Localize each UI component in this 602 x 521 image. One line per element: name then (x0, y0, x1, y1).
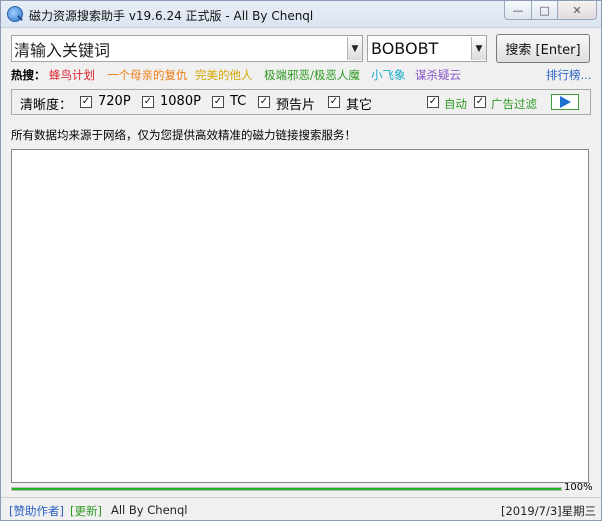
date-text: [2019/7/3]星期三 (501, 504, 597, 518)
maximize-button[interactable]: □ (531, 1, 558, 20)
checkbox-trailer-label[interactable]: 预告片 (276, 94, 315, 113)
minimize-button[interactable]: — (504, 1, 532, 20)
progress-fill (12, 488, 561, 490)
checkbox-720p[interactable]: ✓ (80, 96, 92, 108)
keyword-dropdown-button[interactable]: ▼ (347, 37, 362, 60)
notice-text: 所有数据均来源于网络，仅为您提供高效精准的磁力链接搜索服务！ (11, 128, 356, 142)
checkbox-auto[interactable]: ✓ (427, 96, 439, 108)
close-icon: ✕ (572, 3, 582, 17)
maximize-icon: □ (539, 3, 550, 17)
hot-search-link[interactable]: 蜂鸟计划 (49, 67, 95, 83)
hot-search-link[interactable]: 完美的他人 (195, 67, 253, 83)
search-button[interactable]: 搜索 [Enter] (496, 34, 590, 63)
hot-search-link[interactable]: 极端邪恶/极恶人魔 (264, 67, 360, 83)
hot-search-link[interactable]: 谋杀疑云 (415, 67, 461, 83)
status-bar: [赞助作者] [更新] All By Chenql [2019/7/3]星期三 (1, 497, 601, 520)
checkbox-ad-filter-label[interactable]: 广告过滤 (491, 96, 537, 112)
keyword-input[interactable] (14, 37, 344, 60)
ranking-link[interactable]: 排行榜... (546, 67, 591, 83)
magnifier-app-icon (7, 6, 23, 22)
chevron-down-icon: ▼ (475, 43, 483, 54)
author-text: All By Chenql (111, 503, 188, 517)
checkbox-1080p[interactable]: ✓ (142, 96, 154, 108)
results-list[interactable] (11, 149, 589, 483)
checkbox-720p-label[interactable]: 720P (98, 94, 131, 109)
title-bar[interactable]: 磁力资源搜索助手 v19.6.24 正式版 - All By Chenql — … (1, 1, 601, 28)
hot-search-row: 热搜： 蜂鸟计划 一个母亲的复仇 完美的他人 极端邪恶/极恶人魔 小飞象 谋杀疑… (11, 67, 591, 83)
hot-search-link[interactable]: 小飞象 (371, 67, 406, 83)
clarity-label: 清晰度： (20, 98, 73, 113)
checkbox-ad-filter[interactable]: ✓ (474, 96, 486, 108)
checkbox-trailer[interactable]: ✓ (258, 96, 270, 108)
checkbox-tc-label[interactable]: TC (230, 94, 246, 109)
app-window: 磁力资源搜索助手 v19.6.24 正式版 - All By Chenql — … (0, 0, 602, 521)
close-button[interactable]: ✕ (557, 1, 597, 20)
site-dropdown-button[interactable]: ▼ (471, 37, 486, 60)
checkbox-auto-label[interactable]: 自动 (444, 96, 467, 112)
filter-options-bar: 清晰度： ✓ 720P ✓ 1080P ✓ TC ✓ 预告片 ✓ 其它 ✓ 自动… (11, 89, 591, 115)
checkbox-other[interactable]: ✓ (328, 96, 340, 108)
progress-percent: 100% (564, 482, 593, 493)
update-link[interactable]: [更新] (70, 503, 102, 519)
window-title: 磁力资源搜索助手 v19.6.24 正式版 - All By Chenql (29, 9, 314, 23)
checkbox-1080p-label[interactable]: 1080P (160, 94, 201, 109)
checkbox-other-label[interactable]: 其它 (346, 94, 372, 113)
site-select-value: BOBOBT (371, 39, 439, 58)
site-select[interactable]: BOBOBT ▼ (367, 35, 487, 62)
donate-link[interactable]: [赞助作者] (9, 503, 64, 519)
chevron-down-icon: ▼ (351, 43, 359, 54)
minimize-icon: — (512, 3, 524, 17)
play-icon (559, 96, 571, 108)
play-button[interactable] (551, 94, 579, 110)
keyword-combobox[interactable]: ▼ (11, 35, 363, 62)
hot-search-link[interactable]: 一个母亲的复仇 (107, 67, 188, 83)
checkbox-tc[interactable]: ✓ (212, 96, 224, 108)
progress-bar (11, 487, 562, 491)
hot-search-label: 热搜： (11, 68, 46, 82)
